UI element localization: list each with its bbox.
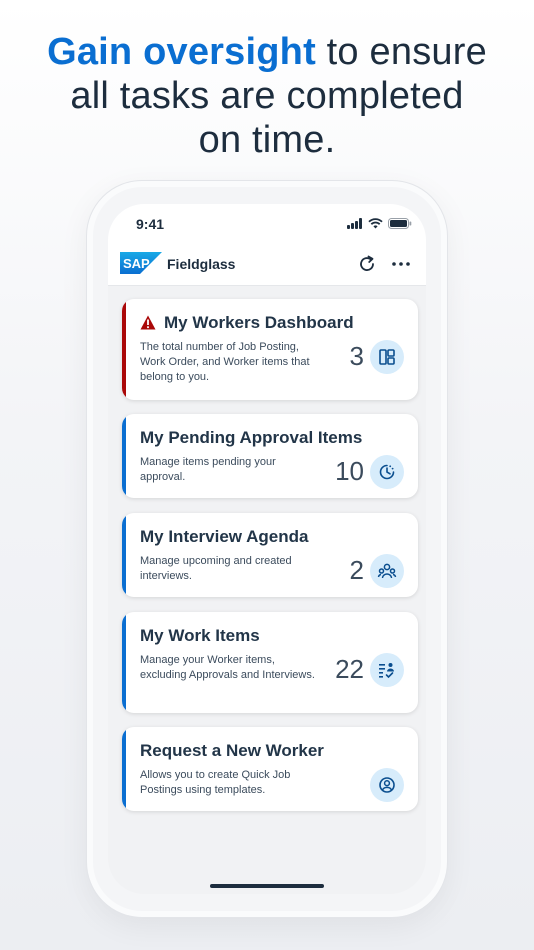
card-count: 3 <box>349 341 364 371</box>
headline-line-1-rest: to ensure <box>315 31 487 73</box>
wifi-icon <box>368 218 383 229</box>
card-count: 22 <box>335 654 364 684</box>
interview-group-icon <box>377 563 397 579</box>
refresh-button[interactable] <box>356 253 378 275</box>
home-indicator[interactable] <box>210 884 324 888</box>
card-my-work-items[interactable]: My Work Items Manage your Worker items, … <box>122 612 418 713</box>
card-title: My Pending Approval Items <box>140 428 363 447</box>
card-status-accent <box>122 299 126 400</box>
card-title: My Workers Dashboard <box>164 313 354 332</box>
card-count: 2 <box>349 555 364 585</box>
signal-icon <box>347 218 362 229</box>
card-icon-badge <box>370 554 404 588</box>
headline-line-3: on time. <box>198 119 336 161</box>
headline-highlight: Gain oversight <box>47 31 316 73</box>
status-bar: 9:41 <box>108 204 426 244</box>
card-status-accent <box>122 612 126 713</box>
card-icon-badge <box>370 653 404 687</box>
sap-logo: SAP <box>120 252 162 274</box>
card-count: 10 <box>335 456 364 486</box>
card-my-workers-dashboard[interactable]: My Workers Dashboard The total number of… <box>122 299 418 400</box>
sap-logo-text: SAP <box>123 256 150 271</box>
card-my-interview-agenda[interactable]: My Interview Agenda Manage upcoming and … <box>122 513 418 597</box>
card-icon-badge <box>370 340 404 374</box>
phone-screen: 9:41 SAP Fieldglass My Workers Dashboard… <box>108 204 426 894</box>
work-items-icon <box>379 663 394 679</box>
card-icon-badge <box>370 455 404 489</box>
card-title: My Interview Agenda <box>140 527 309 546</box>
card-title: Request a New Worker <box>140 741 324 760</box>
card-description: The total number of Job Posting, Work Or… <box>140 341 310 383</box>
card-status-accent <box>122 414 126 498</box>
person-icon <box>379 777 395 793</box>
card-description: Manage items pending your approval. <box>140 456 276 483</box>
more-icon <box>392 262 410 266</box>
dashboard-icon <box>379 349 395 365</box>
app-header: SAP Fieldglass <box>108 244 426 286</box>
card-title: My Work Items <box>140 626 260 645</box>
status-icons <box>347 218 412 229</box>
warning-icon <box>140 315 156 330</box>
card-status-accent <box>122 727 126 811</box>
card-status-accent <box>122 513 126 597</box>
card-description: Allows you to create Quick Job Postings … <box>140 769 291 796</box>
card-request-a-new-worker[interactable]: Request a New Worker Allows you to creat… <box>122 727 418 811</box>
headline-line-1: Gain oversight to ensure <box>0 30 534 74</box>
refresh-icon <box>360 255 374 271</box>
headline: Gain oversight to ensure all tasks are c… <box>0 30 534 162</box>
card-icon-badge <box>370 768 404 802</box>
card-my-pending-approval-items[interactable]: My Pending Approval Items Manage items p… <box>122 414 418 498</box>
more-options-button[interactable] <box>390 253 412 275</box>
app-title: Fieldglass <box>167 256 236 272</box>
battery-icon <box>388 218 412 229</box>
status-time: 9:41 <box>136 216 165 232</box>
pending-clock-icon <box>379 464 395 480</box>
card-description: Manage upcoming and created interviews. <box>140 555 292 582</box>
headline-line-2: all tasks are completed <box>70 75 464 117</box>
card-description: Manage your Worker items, excluding Appr… <box>140 654 315 681</box>
